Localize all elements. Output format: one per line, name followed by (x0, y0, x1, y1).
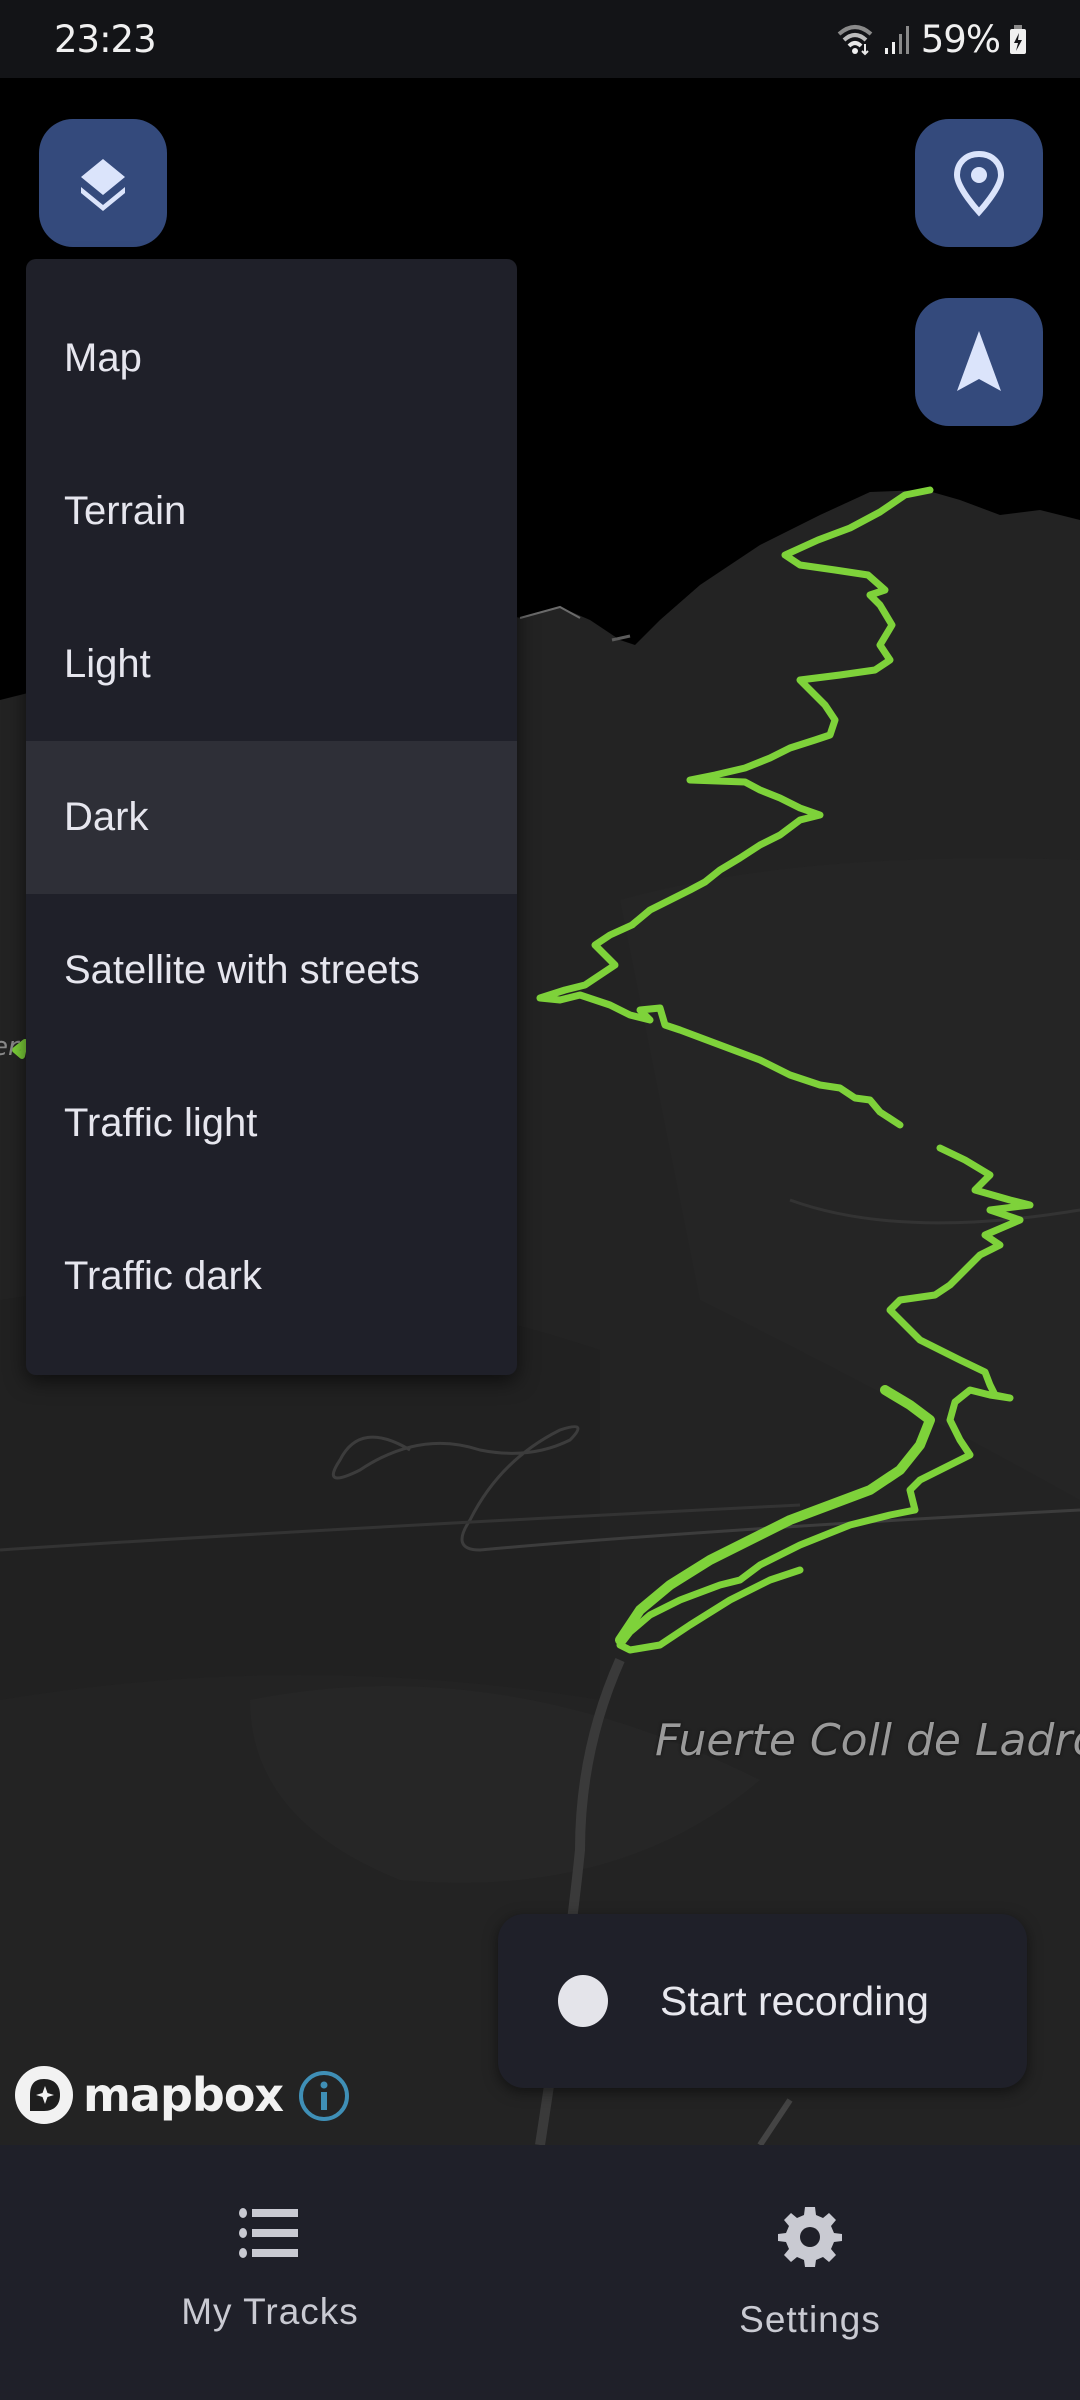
menu-item-dark[interactable]: Dark (26, 741, 517, 894)
bottom-navigation: My Tracks Settings (0, 2145, 1080, 2400)
follow-heading-button[interactable] (915, 298, 1043, 426)
signal-icon (884, 26, 909, 54)
start-recording-label: Start recording (660, 1977, 929, 2024)
map-place-label: Fuerte Coll de Ladro (655, 1715, 1080, 1766)
nav-my-tracks[interactable]: My Tracks (0, 2145, 540, 2400)
info-icon (299, 2071, 349, 2121)
nav-settings[interactable]: Settings (540, 2145, 1080, 2400)
map-pin-icon (953, 150, 1005, 217)
battery-charging-icon (1010, 25, 1026, 54)
status-bar: 23:23 59% (0, 0, 1080, 78)
list-icon (239, 2208, 298, 2258)
menu-item-terrain[interactable]: Terrain (26, 435, 517, 588)
attribution-info-button[interactable] (298, 2070, 350, 2122)
my-location-button[interactable] (915, 119, 1043, 247)
map-label-partial: er (0, 1032, 19, 1062)
map-style-menu: Map Terrain Light Dark Satellite with st… (26, 259, 517, 1375)
mapbox-wordmark: mapbox (83, 2068, 284, 2122)
nav-label-settings: Settings (739, 2299, 881, 2340)
layers-button[interactable] (39, 119, 167, 247)
record-dot-icon (558, 1975, 608, 2027)
menu-item-light[interactable]: Light (26, 588, 517, 741)
menu-item-map[interactable]: Map (26, 282, 517, 435)
menu-item-traffic-light[interactable]: Traffic light (26, 1047, 517, 1200)
start-recording-button[interactable]: Start recording (498, 1914, 1027, 2088)
nav-label-my-tracks: My Tracks (181, 2291, 359, 2332)
mapbox-mark-icon (15, 2066, 73, 2124)
status-time: 23:23 (54, 17, 157, 61)
menu-item-satellite-streets[interactable]: Satellite with streets (26, 894, 517, 1047)
mapbox-logo: mapbox (15, 2066, 284, 2124)
status-icons: 59% (835, 18, 1028, 61)
wifi-icon (837, 25, 873, 56)
navigation-arrow-icon (957, 331, 1001, 391)
gear-icon (778, 2207, 842, 2267)
layers-icon (81, 159, 125, 211)
battery-percent: 59% (920, 17, 1001, 61)
menu-item-traffic-dark[interactable]: Traffic dark (26, 1200, 517, 1353)
